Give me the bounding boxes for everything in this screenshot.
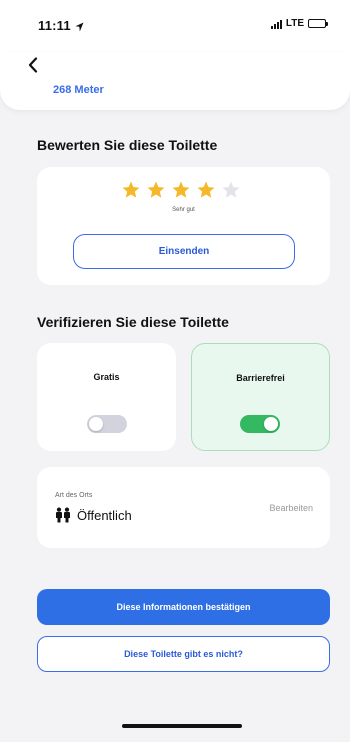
rating-card: Sehr gut Einsenden [37,167,330,285]
free-toggle[interactable] [87,415,127,433]
place-type-value-row: Öffentlich [55,507,132,523]
star-filled-icon[interactable] [121,180,141,200]
toggle-knob [264,417,278,431]
star-empty-icon[interactable] [221,180,241,200]
star-filled-icon[interactable] [171,180,191,200]
toilet-not-exist-button[interactable]: Diese Toilette gibt es nicht? [37,636,330,672]
signal-icon [270,19,282,29]
toilet-header-card: 268 Meter [0,52,350,110]
star-rating[interactable] [121,180,241,200]
location-arrow-icon [75,19,84,37]
free-label: Gratis [93,372,120,382]
back-button[interactable] [26,56,40,74]
submit-rating-button[interactable]: Einsenden [73,234,295,269]
status-indicators: LTE [270,18,328,29]
people-icon [56,507,70,523]
free-card: Gratis [37,343,176,451]
place-type-label: Art des Orts [55,492,93,499]
accessible-toggle[interactable] [240,415,280,433]
star-filled-icon[interactable] [196,180,216,200]
battery-icon [308,19,328,28]
verify-section-title: Verifizieren Sie diese Toilette [37,314,229,330]
confirm-info-button[interactable]: Diese Informationen bestätigen [37,589,330,625]
home-indicator [122,724,242,728]
status-bar: 11:11 LTE [0,0,350,52]
status-time: 11:11 [38,18,71,33]
toggle-knob [89,417,103,431]
network-label: LTE [285,18,304,29]
chevron-left-icon [28,57,38,73]
rating-label: Sehr gut [172,207,195,213]
distance-text: 268 Meter [53,84,104,96]
rating-section-title: Bewerten Sie diese Toilette [37,137,218,153]
star-filled-icon[interactable] [146,180,166,200]
edit-place-type-button[interactable]: Bearbeiten [269,503,313,513]
place-type-value: Öffentlich [77,507,132,523]
place-type-card: Art des Orts Öffentlich Bearbeiten [37,467,330,548]
accessible-label: Barrierefrei [236,373,285,383]
accessible-card: Barrierefrei [191,343,330,451]
